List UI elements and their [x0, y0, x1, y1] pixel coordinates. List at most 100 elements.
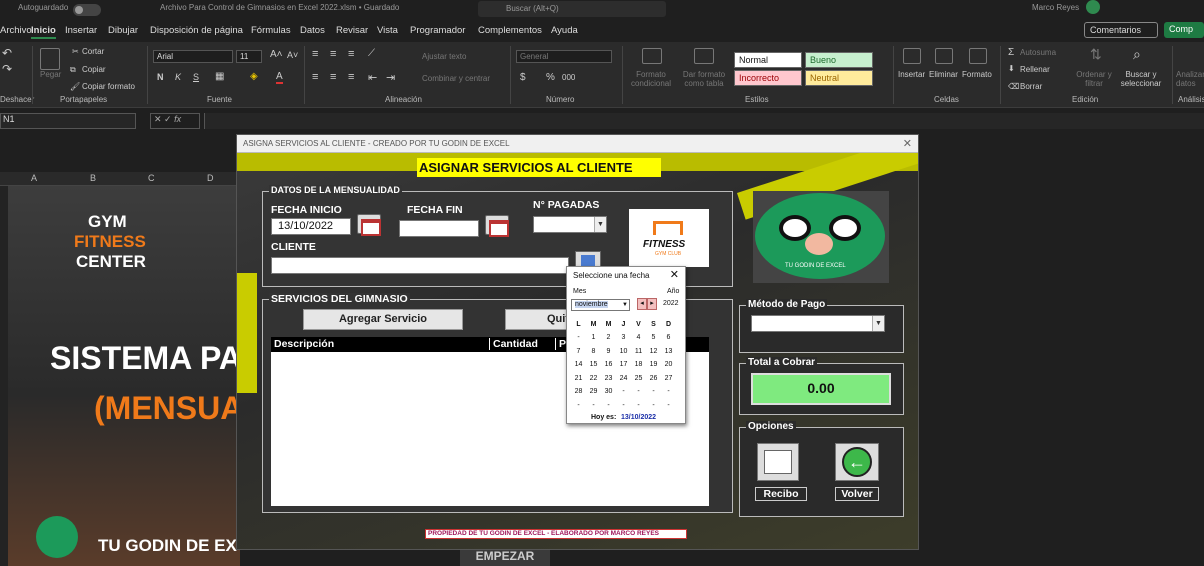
- format-cells-icon[interactable]: [969, 48, 987, 64]
- fill-color-icon[interactable]: ◈: [250, 71, 258, 82]
- tab-disposicion[interactable]: Disposición de página: [150, 25, 243, 36]
- tab-formulas[interactable]: Fórmulas: [251, 25, 291, 36]
- calendar-day[interactable]: 21: [571, 375, 586, 382]
- shrink-font-icon[interactable]: A˅: [287, 50, 298, 60]
- insert-cells-icon[interactable]: [903, 48, 921, 64]
- calendar-day[interactable]: 2: [601, 334, 616, 341]
- calendar-day[interactable]: 15: [586, 361, 601, 368]
- wrap-text-button[interactable]: Ajustar texto: [422, 52, 466, 61]
- tab-revisar[interactable]: Revisar: [336, 25, 368, 36]
- calendar-day[interactable]: 7: [571, 348, 586, 355]
- borders-icon[interactable]: ▦: [215, 71, 224, 82]
- cliente-input[interactable]: [271, 257, 569, 274]
- analyze-data-label[interactable]: Analizar datos: [1176, 70, 1204, 88]
- number-format-field[interactable]: General: [516, 50, 612, 63]
- underline-button[interactable]: S: [193, 72, 199, 82]
- align-middle-icon[interactable]: ≡: [330, 48, 336, 60]
- align-left-icon[interactable]: ≡: [312, 71, 318, 83]
- orientation-icon[interactable]: ⟋: [368, 48, 375, 59]
- delete-cells-label[interactable]: Eliminar: [929, 70, 958, 79]
- italic-button[interactable]: K: [175, 72, 181, 82]
- back-button[interactable]: ←: [835, 443, 879, 481]
- calendar-day[interactable]: 14: [571, 361, 586, 368]
- delete-cells-icon[interactable]: [935, 48, 953, 64]
- font-name-field[interactable]: Arial: [153, 50, 233, 63]
- calendar-day[interactable]: 16: [601, 361, 616, 368]
- bold-button[interactable]: N: [157, 72, 164, 82]
- calendar-day[interactable]: 27: [661, 375, 676, 382]
- calendar-day[interactable]: 26: [646, 375, 661, 382]
- redo-icon[interactable]: ↷: [2, 62, 12, 76]
- pagadas-select[interactable]: ▼: [533, 216, 607, 233]
- format-table-label[interactable]: Dar formato como tabla: [680, 70, 728, 88]
- find-select-label[interactable]: Buscar y seleccionar: [1118, 70, 1164, 88]
- style-normal[interactable]: Normal: [734, 52, 802, 68]
- autosave-toggle[interactable]: [73, 4, 101, 16]
- calendar-day[interactable]: 12: [646, 348, 661, 355]
- today-value[interactable]: 13/10/2022: [621, 414, 656, 421]
- tab-inicio[interactable]: Inicio: [31, 25, 56, 39]
- calendar-day[interactable]: 4: [631, 334, 646, 341]
- style-incorrecto[interactable]: Incorrecto: [734, 70, 802, 86]
- align-center-icon[interactable]: ≡: [330, 71, 336, 83]
- calendar-day[interactable]: 18: [631, 361, 646, 368]
- calendar-day[interactable]: 23: [601, 375, 616, 382]
- clear-button[interactable]: Borrar: [1020, 82, 1042, 91]
- merge-center-button[interactable]: Combinar y centrar: [422, 74, 490, 83]
- font-color-icon[interactable]: A: [276, 71, 283, 84]
- tab-dibujar[interactable]: Dibujar: [108, 25, 138, 36]
- month-select[interactable]: noviembre ▼: [571, 299, 630, 311]
- fecha-fin-input[interactable]: [399, 220, 479, 237]
- tab-programador[interactable]: Programador: [410, 25, 465, 36]
- prev-month-icon[interactable]: ◂: [637, 298, 647, 310]
- close-icon[interactable]: ✕: [903, 137, 912, 150]
- conditional-format-label[interactable]: Formato condicional: [626, 70, 676, 88]
- col-c[interactable]: C: [148, 173, 155, 183]
- fecha-inicio-input[interactable]: 13/10/2022: [271, 218, 351, 235]
- percent-button[interactable]: %: [546, 72, 555, 83]
- next-month-icon[interactable]: ▸: [647, 298, 657, 310]
- formula-input[interactable]: [204, 113, 1204, 129]
- col-a[interactable]: A: [31, 173, 37, 183]
- calendar-day[interactable]: 8: [586, 348, 601, 355]
- fx-button[interactable]: ✕ ✓ fx: [150, 113, 200, 129]
- calendar-day[interactable]: 10: [616, 348, 631, 355]
- calendar-day[interactable]: 13: [661, 348, 676, 355]
- style-bueno[interactable]: Bueno: [805, 52, 873, 68]
- copy-label[interactable]: Copiar: [82, 65, 106, 74]
- name-box[interactable]: N1: [0, 113, 136, 129]
- share-button[interactable]: Comp: [1164, 22, 1204, 38]
- col-b[interactable]: B: [90, 173, 96, 183]
- remove-service-button[interactable]: Quit: [505, 309, 567, 330]
- calendar-day[interactable]: 24: [616, 375, 631, 382]
- calendar-day[interactable]: 1: [586, 334, 601, 341]
- sort-filter-icon[interactable]: ⇅: [1090, 46, 1102, 63]
- close-icon[interactable]: ✕: [670, 268, 679, 281]
- indent-increase-icon[interactable]: ⇥: [386, 71, 395, 84]
- fill-button[interactable]: Rellenar: [1020, 65, 1050, 74]
- calendar-day[interactable]: 19: [646, 361, 661, 368]
- tab-ayuda[interactable]: Ayuda: [551, 25, 578, 36]
- calendar-day[interactable]: 25: [631, 375, 646, 382]
- tab-datos[interactable]: Datos: [300, 25, 325, 36]
- search-box[interactable]: Buscar (Alt+Q): [478, 1, 666, 17]
- calendar-day[interactable]: 29: [586, 388, 601, 395]
- user-avatar[interactable]: [1086, 0, 1100, 14]
- conditional-format-icon[interactable]: [642, 48, 662, 64]
- calendar-day[interactable]: 5: [646, 334, 661, 341]
- format-painter-label[interactable]: Copiar formato: [82, 82, 135, 91]
- tab-insertar[interactable]: Insertar: [65, 25, 97, 36]
- font-size-field[interactable]: 11: [236, 50, 262, 63]
- calendar-day[interactable]: 28: [571, 388, 586, 395]
- currency-button[interactable]: $: [520, 72, 526, 83]
- paste-label[interactable]: Pegar: [40, 70, 61, 79]
- receipt-button[interactable]: [757, 443, 799, 481]
- calendar-icon[interactable]: [357, 214, 381, 236]
- calendar-day[interactable]: 30: [601, 388, 616, 395]
- calendar-day[interactable]: 20: [661, 361, 676, 368]
- undo-icon[interactable]: ↶: [2, 46, 12, 60]
- calendar-day[interactable]: 6: [661, 334, 676, 341]
- tab-complementos[interactable]: Complementos: [478, 25, 542, 36]
- align-bottom-icon[interactable]: ≡: [348, 48, 354, 60]
- tab-vista[interactable]: Vista: [377, 25, 398, 36]
